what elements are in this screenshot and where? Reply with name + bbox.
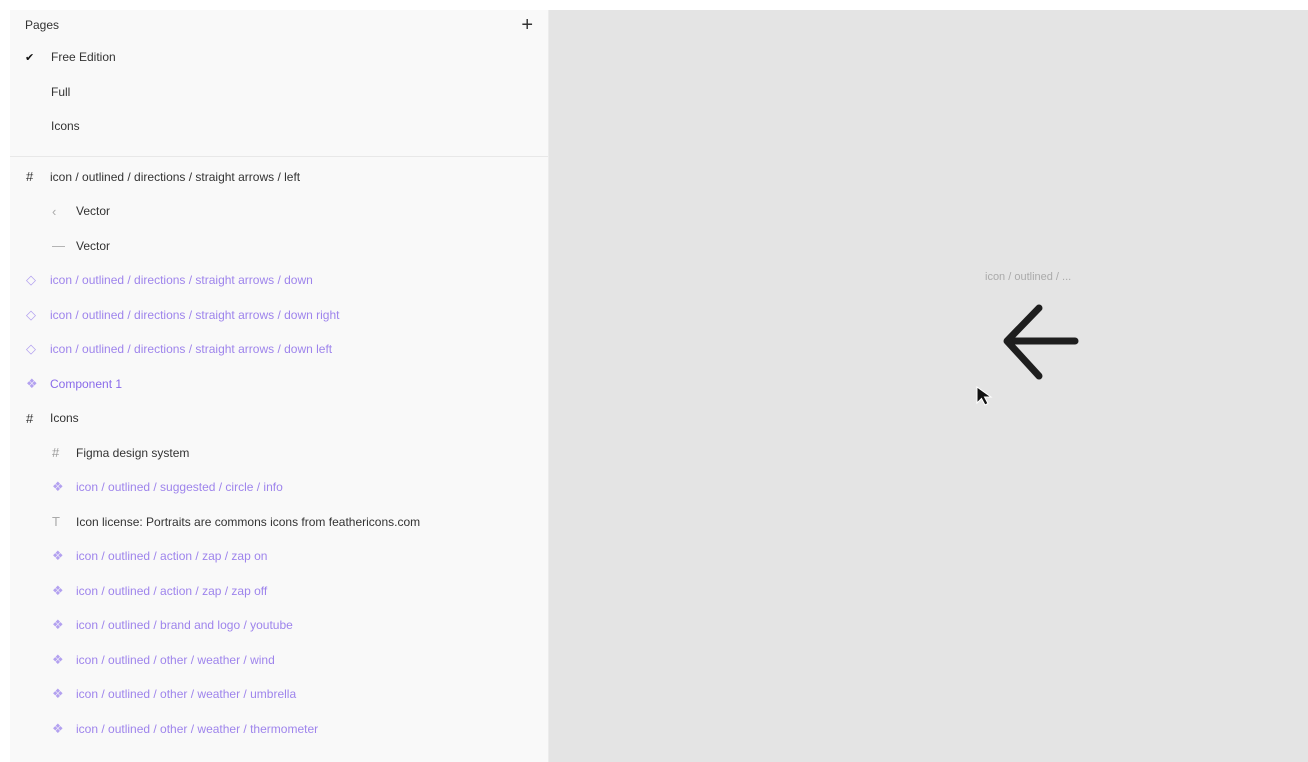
page-item-label: Full	[51, 84, 71, 99]
layer-row[interactable]: ❖ Component 1	[10, 367, 548, 402]
frame-icon: #	[52, 445, 60, 461]
page-item-full[interactable]: Full	[10, 75, 548, 110]
design-canvas[interactable]: icon / outlined / ...	[549, 10, 1308, 762]
layer-label: icon / outlined / action / zap / zap off	[76, 583, 268, 598]
arrow-left-icon[interactable]	[999, 300, 1089, 400]
component-icon: ❖	[52, 720, 64, 736]
component-icon: ❖	[52, 479, 64, 495]
layer-label: Icon license: Portraits are commons icon…	[76, 514, 421, 529]
frame-icon: #	[26, 169, 34, 185]
layer-label: icon / outlined / other / weather / ther…	[76, 721, 319, 736]
component-icon: ❖	[26, 375, 38, 391]
layer-label: Vector	[76, 204, 111, 219]
frame-icon: #	[26, 410, 34, 426]
layer-label: icon / outlined / suggested / circle / i…	[76, 480, 283, 495]
layer-label: icon / outlined / directions / straight …	[50, 307, 340, 322]
instance-icon: ◇	[26, 341, 36, 357]
vector-line-icon: —	[52, 238, 65, 254]
page-item-label: Free Edition	[51, 50, 116, 65]
layer-row[interactable]: # Figma design system	[10, 436, 548, 471]
layers-sidebar: Pages + ✔ Free Edition Full Icons # icon …	[10, 10, 549, 762]
layer-label: Figma design system	[76, 445, 190, 460]
layer-row[interactable]: ◇ icon / outlined / directions / straight…	[10, 263, 548, 298]
layer-row[interactable]: ❖ icon / outlined / other / weather / the…	[10, 712, 548, 747]
page-item-free-edition[interactable]: ✔ Free Edition	[10, 40, 548, 75]
component-icon: ❖	[52, 617, 64, 633]
pages-header: Pages +	[10, 10, 548, 40]
text-icon: T	[52, 514, 60, 530]
check-icon: ✔	[25, 51, 35, 64]
layer-label: icon / outlined / directions / straight …	[50, 273, 313, 288]
layer-label: icon / outlined / brand and logo / youtu…	[76, 618, 293, 633]
layer-row[interactable]: ◇ icon / outlined / directions / straight…	[10, 332, 548, 367]
layer-row[interactable]: ‹ Vector	[10, 194, 548, 229]
component-icon: ❖	[52, 686, 64, 702]
layer-row[interactable]: ❖ icon / outlined / other / weather / win…	[10, 643, 548, 678]
component-icon: ❖	[52, 548, 64, 564]
layer-row[interactable]: ◇ icon / outlined / directions / straight…	[10, 298, 548, 333]
layer-row[interactable]: ❖ icon / outlined / action / zap / zap of…	[10, 574, 548, 609]
component-icon: ❖	[52, 651, 64, 667]
layer-list: # icon / outlined / directions / straight…	[10, 157, 548, 747]
page-item-icons[interactable]: Icons	[10, 109, 548, 144]
mouse-cursor-icon	[976, 386, 993, 406]
layer-label: icon / outlined / action / zap / zap on	[76, 549, 268, 564]
component-icon: ❖	[52, 582, 64, 598]
pages-title: Pages	[25, 18, 60, 32]
instance-icon: ◇	[26, 306, 36, 322]
layer-label: Component 1	[50, 376, 123, 391]
layer-row[interactable]: # Icons	[10, 401, 548, 436]
page-item-label: Icons	[51, 119, 80, 134]
instance-icon: ◇	[26, 272, 36, 288]
layer-label: icon / outlined / other / weather / wind	[76, 652, 275, 667]
frame-label[interactable]: icon / outlined / ...	[985, 271, 1071, 283]
layer-label: icon / outlined / directions / straight …	[50, 169, 301, 184]
layer-row[interactable]: ❖ icon / outlined / action / zap / zap on	[10, 539, 548, 574]
layer-label: icon / outlined / directions / straight …	[50, 342, 333, 357]
layer-label: Vector	[76, 238, 111, 253]
layer-label: icon / outlined / other / weather / umbr…	[76, 687, 297, 702]
layer-row[interactable]: — Vector	[10, 229, 548, 264]
layer-row[interactable]: # icon / outlined / directions / straight…	[10, 160, 548, 195]
layer-row[interactable]: T Icon license: Portraits are commons ico…	[10, 505, 548, 540]
figma-app: Pages + ✔ Free Edition Full Icons # icon …	[10, 10, 1308, 762]
layer-row[interactable]: ❖ icon / outlined / brand and logo / yout…	[10, 608, 548, 643]
layer-row[interactable]: ❖ icon / outlined / other / weather / umb…	[10, 677, 548, 712]
page-list: ✔ Free Edition Full Icons	[10, 40, 548, 144]
layer-label: Icons	[50, 411, 79, 426]
add-page-button[interactable]: +	[521, 15, 533, 35]
vector-chevron-icon: ‹	[52, 203, 57, 219]
layer-row[interactable]: ❖ icon / outlined / suggested / circle / …	[10, 470, 548, 505]
